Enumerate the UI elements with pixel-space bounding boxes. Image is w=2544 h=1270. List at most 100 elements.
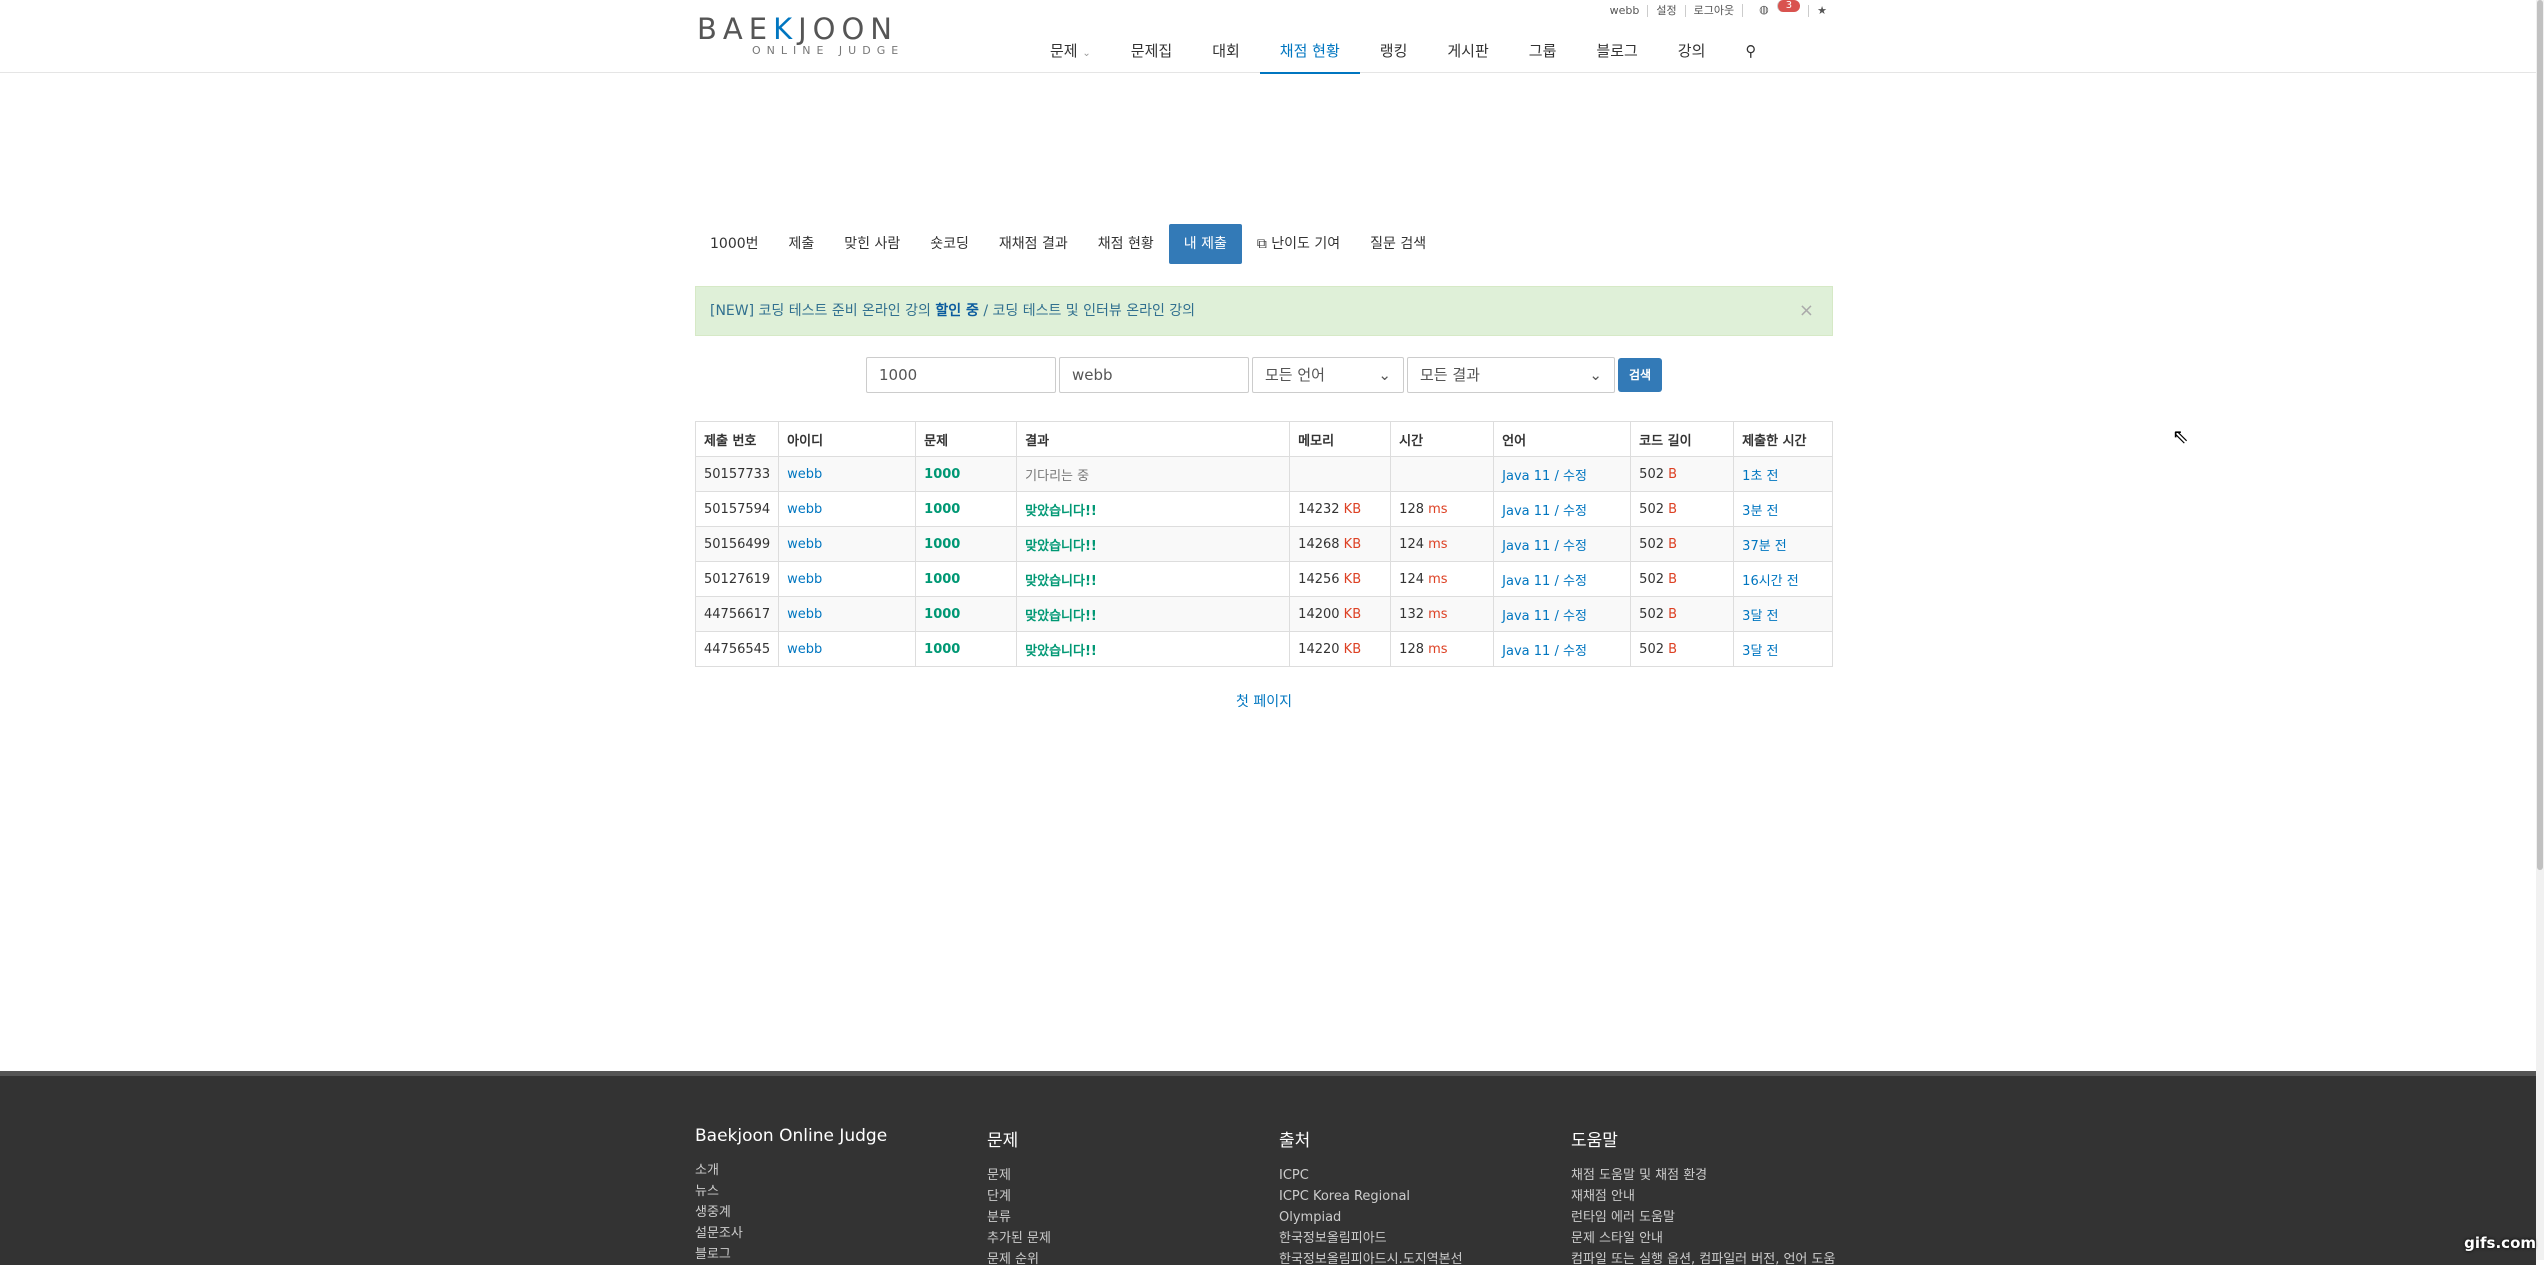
problem-link[interactable]: 1000	[915, 596, 1018, 632]
edit-link[interactable]: 수정	[1563, 539, 1587, 554]
edit-link[interactable]: 수정	[1563, 469, 1587, 484]
promo-link[interactable]: [NEW] 코딩 테스트 준비 온라인 강의 할인 중 / 코딩 테스트 및 인…	[710, 303, 1195, 319]
problem-link[interactable]: 1000	[915, 456, 1018, 492]
result-text: 맞았습니다!!	[1016, 491, 1291, 527]
user-link[interactable]: webb	[778, 456, 917, 492]
user-link[interactable]: webb	[1602, 4, 1648, 17]
code-length-cell: 502 B	[1630, 561, 1735, 597]
result-text: 맞았습니다!!	[1016, 526, 1291, 562]
nav-problems[interactable]: 문제 ⌄	[1030, 40, 1111, 72]
language-select[interactable]: 모든 언어 ⌄	[1252, 357, 1404, 393]
chevron-down-icon: ⌄	[1378, 366, 1391, 384]
footer-link[interactable]: 소개	[695, 1160, 887, 1181]
problem-link[interactable]: 1000	[915, 491, 1018, 527]
footer-link[interactable]: 런타임 에러 도움말	[1571, 1207, 1835, 1228]
settings-link[interactable]: 설정	[1647, 4, 1684, 17]
close-icon[interactable]: ×	[1799, 287, 1814, 335]
language-cell: Java 11 / 수정	[1493, 631, 1632, 667]
language-link[interactable]: Java 11	[1502, 539, 1550, 554]
user-link[interactable]: webb	[778, 526, 917, 562]
tab-solvers[interactable]: 맞힌 사람	[829, 224, 915, 264]
search-button[interactable]: 검색	[1618, 358, 1663, 392]
tab-shortcoding[interactable]: 숏코딩	[915, 224, 984, 264]
footer-link[interactable]: 추가된 문제	[987, 1228, 1051, 1249]
table-header: 제출 번호 아이디 문제 결과 메모리 시간 언어 코드 길이 제출한 시간	[694, 421, 1833, 457]
language-link[interactable]: Java 11	[1502, 469, 1550, 484]
nav-ranking[interactable]: 랭킹	[1360, 40, 1428, 72]
nav-contest[interactable]: 대회	[1192, 40, 1260, 72]
language-link[interactable]: Java 11	[1502, 644, 1550, 659]
site-footer: Baekjoon Online Judge 소개 뉴스 생중계 설문조사 블로그 문제 문제 단…	[0, 1071, 2536, 1267]
tab-submit[interactable]: 제출	[774, 224, 830, 264]
user-id-input[interactable]: webb	[1059, 357, 1249, 393]
first-page-link[interactable]: 첫 페이지	[1236, 691, 1292, 711]
notification-badge: 3	[1776, 0, 1801, 12]
search-icon[interactable]: ⚲	[1725, 40, 1776, 72]
notification-button[interactable]: ◍ 3	[1742, 0, 1808, 17]
submitted-time-link[interactable]: 16시간 전	[1733, 561, 1833, 597]
submission-table: 제출 번호 아이디 문제 결과 메모리 시간 언어 코드 길이 제출한 시간 5…	[694, 421, 1833, 667]
user-link[interactable]: webb	[778, 561, 917, 597]
footer-link[interactable]: ICPC	[1279, 1165, 1463, 1186]
problem-link[interactable]: 1000	[915, 526, 1018, 562]
nav-board[interactable]: 게시판	[1427, 40, 1508, 72]
site-logo[interactable]: BAEKJOON ONLINE JUDGE	[697, 12, 904, 57]
footer-link[interactable]: 채점 도움말 및 채점 환경	[1571, 1165, 1835, 1186]
star-icon[interactable]: ★	[1808, 4, 1835, 17]
user-link[interactable]: webb	[778, 596, 917, 632]
nav-lecture[interactable]: 강의	[1658, 40, 1726, 72]
scrollbar-thumb[interactable]	[2537, 0, 2543, 870]
footer-link[interactable]: 뉴스	[695, 1181, 887, 1202]
footer-link[interactable]: 재채점 안내	[1571, 1186, 1835, 1207]
problem-link[interactable]: 1000	[915, 561, 1018, 597]
footer-link[interactable]: 블로그	[695, 1244, 887, 1265]
tab-difficulty[interactable]: ⧉ 난이도 기여	[1242, 224, 1355, 264]
user-link[interactable]: webb	[778, 631, 917, 667]
result-select[interactable]: 모든 결과 ⌄	[1407, 357, 1615, 393]
col-user: 아이디	[778, 421, 917, 457]
submitted-time-link[interactable]: 1초 전	[1733, 456, 1833, 492]
code-length-cell: 502 B	[1630, 596, 1735, 632]
user-link[interactable]: webb	[778, 491, 917, 527]
footer-link[interactable]: 한국정보올림피아드	[1279, 1228, 1463, 1249]
footer-link[interactable]: 설문조사	[695, 1223, 887, 1244]
language-link[interactable]: Java 11	[1502, 609, 1550, 624]
language-link[interactable]: Java 11	[1502, 574, 1550, 589]
footer-link[interactable]: 문제	[987, 1165, 1051, 1186]
edit-link[interactable]: 수정	[1563, 609, 1587, 624]
language-cell: Java 11 / 수정	[1493, 561, 1632, 597]
problem-link[interactable]: 1000	[915, 631, 1018, 667]
footer-link[interactable]: 문제 스타일 안내	[1571, 1228, 1835, 1249]
footer-column: 도움말 채점 도움말 및 채점 환경 재채점 안내 런타임 에러 도움말 문제 스타일 …	[1571, 1126, 1835, 1270]
footer-link[interactable]: ICPC Korea Regional	[1279, 1186, 1463, 1207]
tab-status[interactable]: 채점 현황	[1083, 224, 1169, 264]
edit-link[interactable]: 수정	[1563, 504, 1587, 519]
nav-workbook[interactable]: 문제집	[1111, 40, 1192, 72]
result-text: 맞았습니다!!	[1016, 596, 1291, 632]
edit-link[interactable]: 수정	[1563, 644, 1587, 659]
problem-id-input[interactable]: 1000	[866, 357, 1056, 393]
tab-problem[interactable]: 1000번	[695, 224, 774, 264]
footer-link[interactable]: 생중계	[695, 1202, 887, 1223]
tab-my-submissions[interactable]: 내 제출	[1168, 224, 1242, 264]
nav-group[interactable]: 그룹	[1509, 40, 1577, 72]
main-nav: 문제 ⌄ 문제집 대회 채점 현황 랭킹 게시판 그룹 블로그 강의 ⚲	[1030, 40, 1776, 74]
submitted-time-link[interactable]: 3달 전	[1733, 631, 1833, 667]
submission-id: 50127619	[694, 561, 780, 597]
col-memory: 메모리	[1289, 421, 1392, 457]
language-link[interactable]: Java 11	[1502, 504, 1550, 519]
submitted-time-link[interactable]: 3달 전	[1733, 596, 1833, 632]
edit-link[interactable]: 수정	[1563, 574, 1587, 589]
submission-id: 50157733	[694, 456, 780, 492]
nav-status[interactable]: 채점 현황	[1259, 40, 1360, 74]
tab-questions[interactable]: 질문 검색	[1355, 224, 1441, 264]
footer-link[interactable]: Olympiad	[1279, 1207, 1463, 1228]
tab-rejudge[interactable]: 재채점 결과	[984, 224, 1083, 264]
submitted-time-link[interactable]: 37분 전	[1733, 526, 1833, 562]
nav-blog[interactable]: 블로그	[1576, 40, 1657, 72]
submitted-time-link[interactable]: 3분 전	[1733, 491, 1833, 527]
footer-link[interactable]: 분류	[987, 1207, 1051, 1228]
logout-link[interactable]: 로그아웃	[1684, 4, 1742, 17]
page-scrollbar[interactable]	[2536, 0, 2544, 1260]
footer-link[interactable]: 단계	[987, 1186, 1051, 1207]
